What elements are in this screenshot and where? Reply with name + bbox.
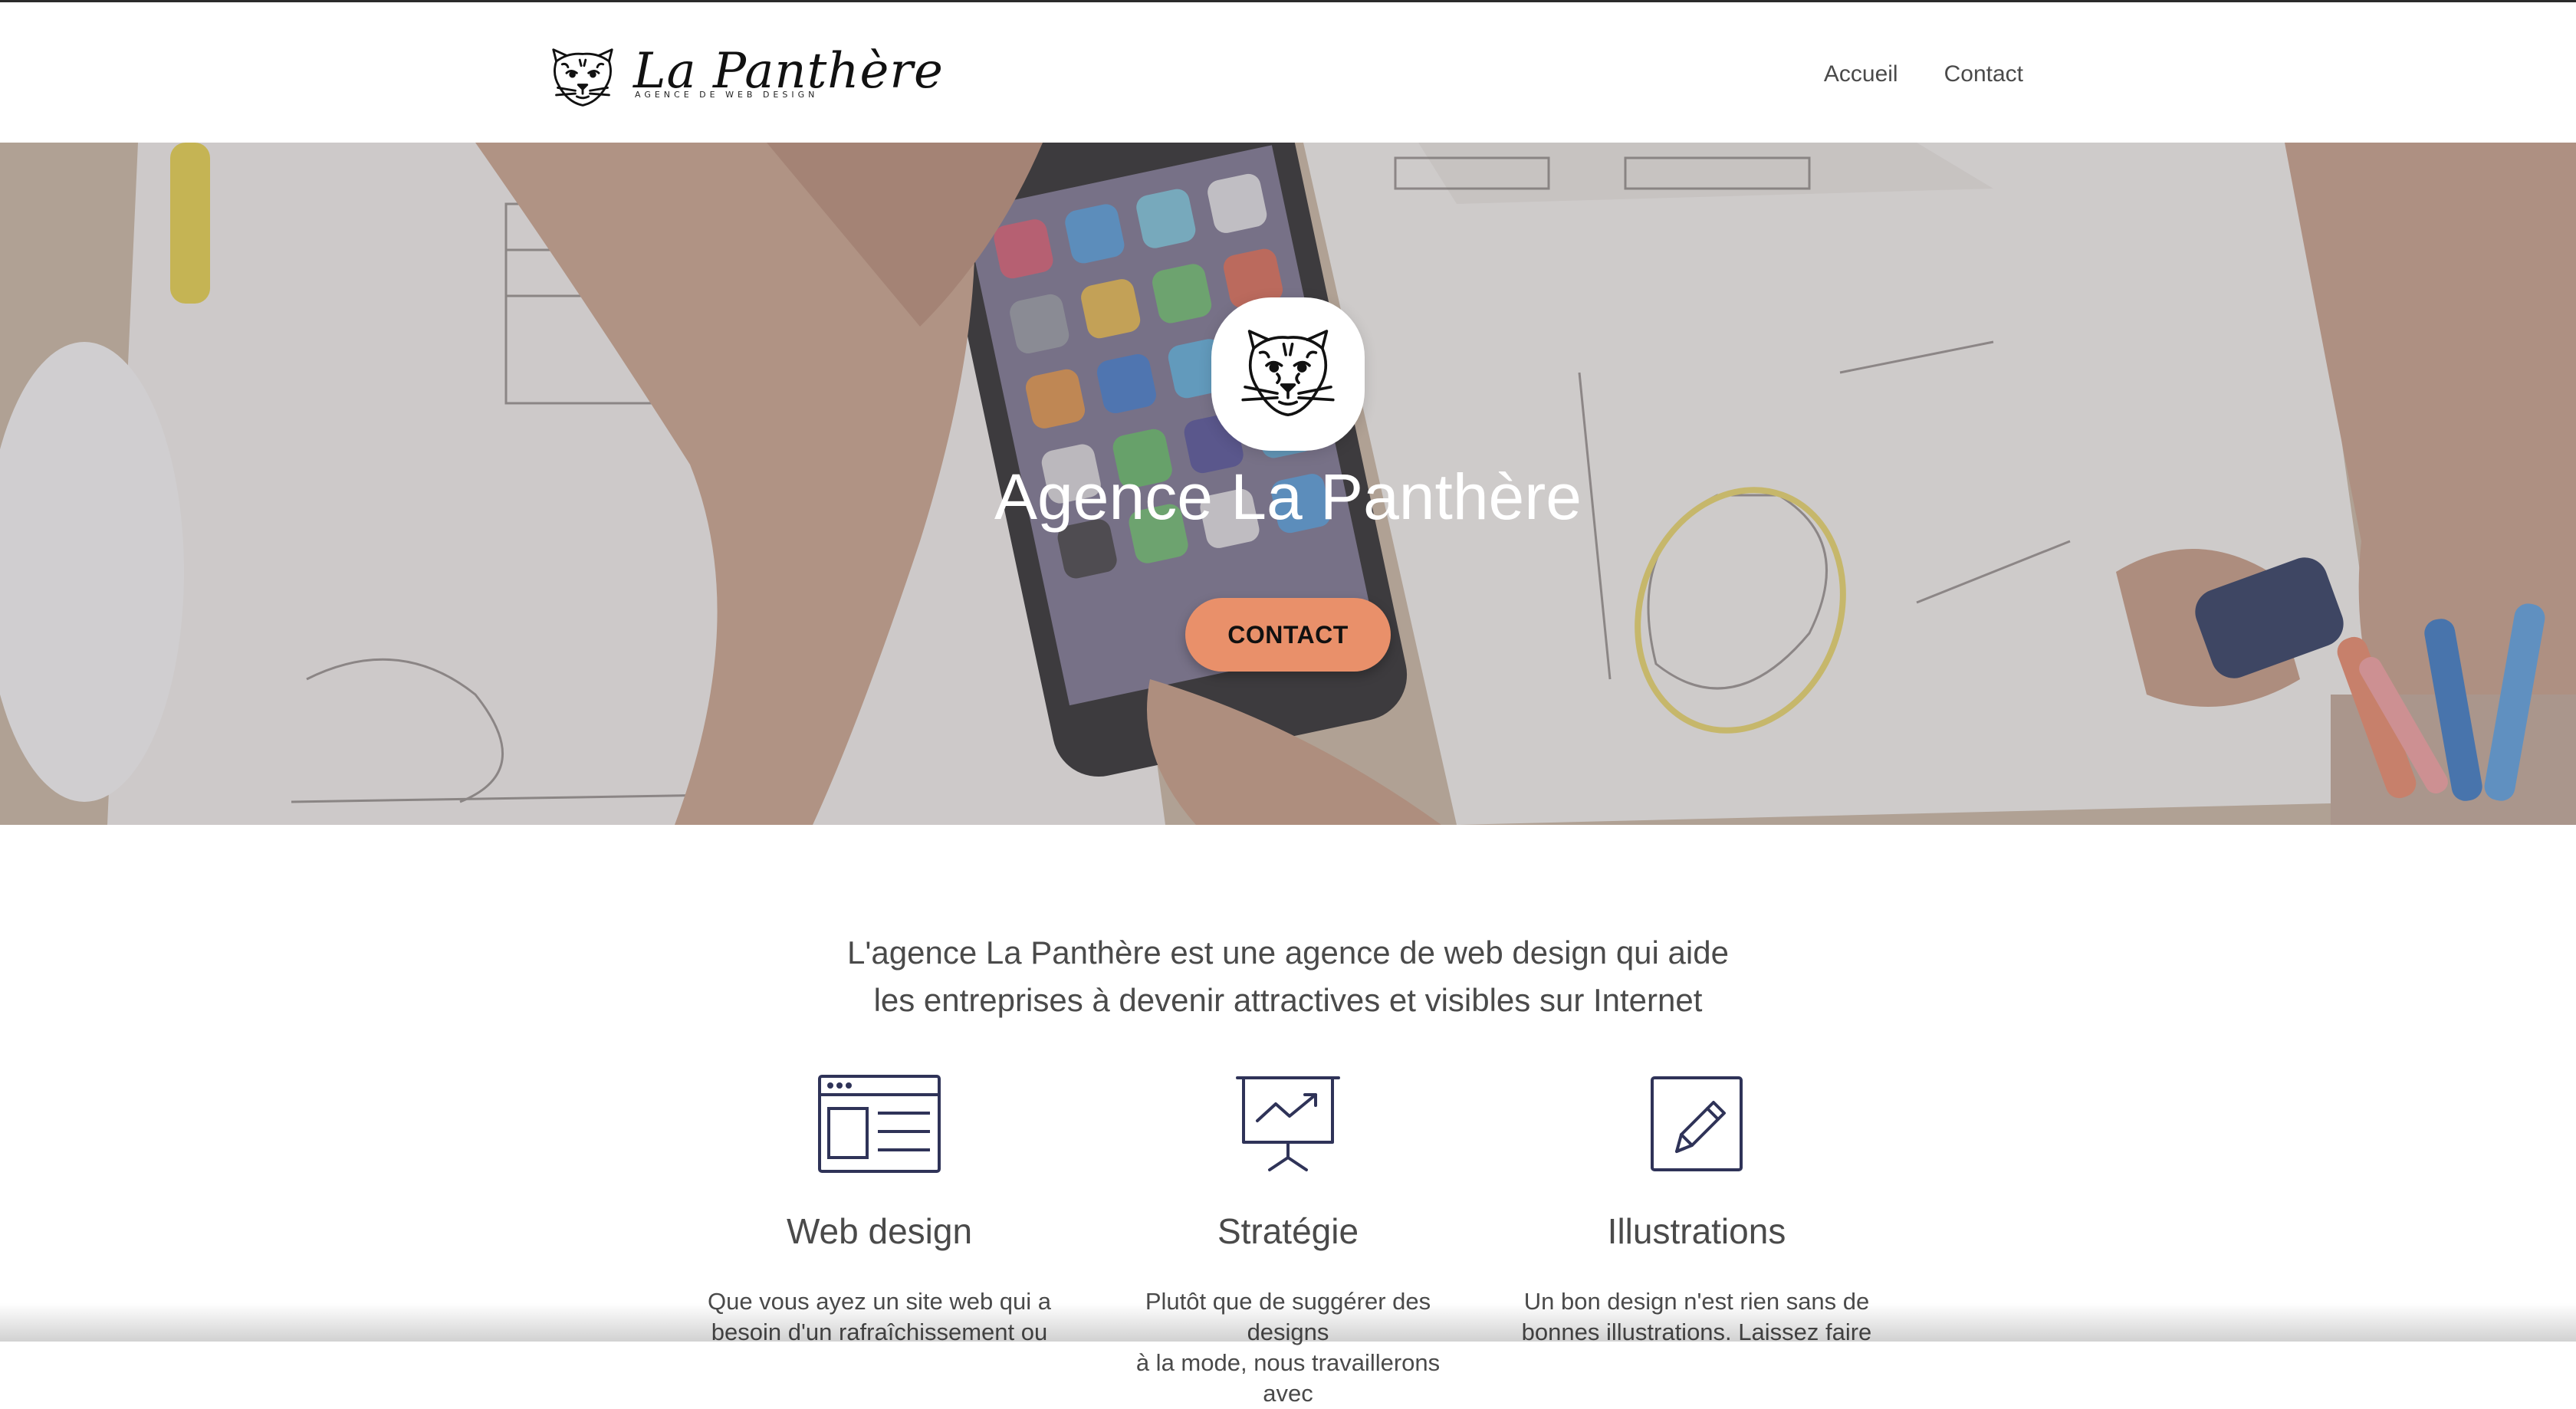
hero-logo-badge xyxy=(1211,297,1365,451)
service-description-line-1: Un bon design n'est rien sans de xyxy=(1523,1288,1870,1315)
hero-section: Agence La Panthère CONTACT xyxy=(0,143,2576,825)
site-header: La Panthère AGENCE DE WEB DESIGN Accueil… xyxy=(0,0,2576,143)
logo-tagline: AGENCE DE WEB DESIGN xyxy=(635,90,819,100)
site-logo[interactable]: La Panthère AGENCE DE WEB DESIGN xyxy=(546,42,943,111)
service-description-line-2: à la mode, nous travaillerons avec xyxy=(1135,1349,1441,1407)
intro-line-1: L'agence La Panthère est une agence de w… xyxy=(847,934,1729,971)
webpage-layout-icon xyxy=(818,1075,941,1173)
service-description-line-1: Plutôt que de suggérer des designs xyxy=(1145,1288,1431,1345)
main-nav: Accueil Contact xyxy=(1824,57,2023,91)
nav-link-contact[interactable]: Contact xyxy=(1944,57,2023,91)
intro-line-2: les entreprises à devenir attractives et… xyxy=(873,982,1703,1018)
service-title: Stratégie xyxy=(1217,1211,1359,1251)
hero-title: Agence La Panthère xyxy=(994,461,1582,533)
service-description-line-1: Que vous ayez un site web qui a xyxy=(707,1288,1052,1315)
service-description: Que vous ayez un site web qui a besoin d… xyxy=(703,1286,1056,1348)
service-illustrations: Illustrations Un bon design n'est rien s… xyxy=(1520,1073,1873,1345)
service-title: Illustrations xyxy=(1607,1211,1786,1251)
panther-logo-icon xyxy=(552,48,613,107)
intro-text: L'agence La Panthère est une agence de w… xyxy=(0,929,2576,1024)
service-web-design: Web design Que vous ayez un site web qui… xyxy=(703,1073,1056,1345)
service-description: Un bon design n'est rien sans de bonnes … xyxy=(1520,1286,1873,1348)
panther-head-icon xyxy=(1241,330,1335,417)
service-strategie: Stratégie Plutôt que de suggérer des des… xyxy=(1112,1073,1464,1407)
service-title: Web design xyxy=(786,1211,973,1251)
pencil-icon xyxy=(1651,1076,1743,1171)
nav-link-accueil[interactable]: Accueil xyxy=(1824,57,1898,91)
service-description: Plutôt que de suggérer des designs à la … xyxy=(1112,1286,1464,1409)
contact-cta-button[interactable]: CONTACT xyxy=(1185,598,1391,672)
services-section: Web design Que vous ayez un site web qui… xyxy=(0,1073,2576,1407)
presentation-chart-icon xyxy=(1236,1076,1340,1171)
